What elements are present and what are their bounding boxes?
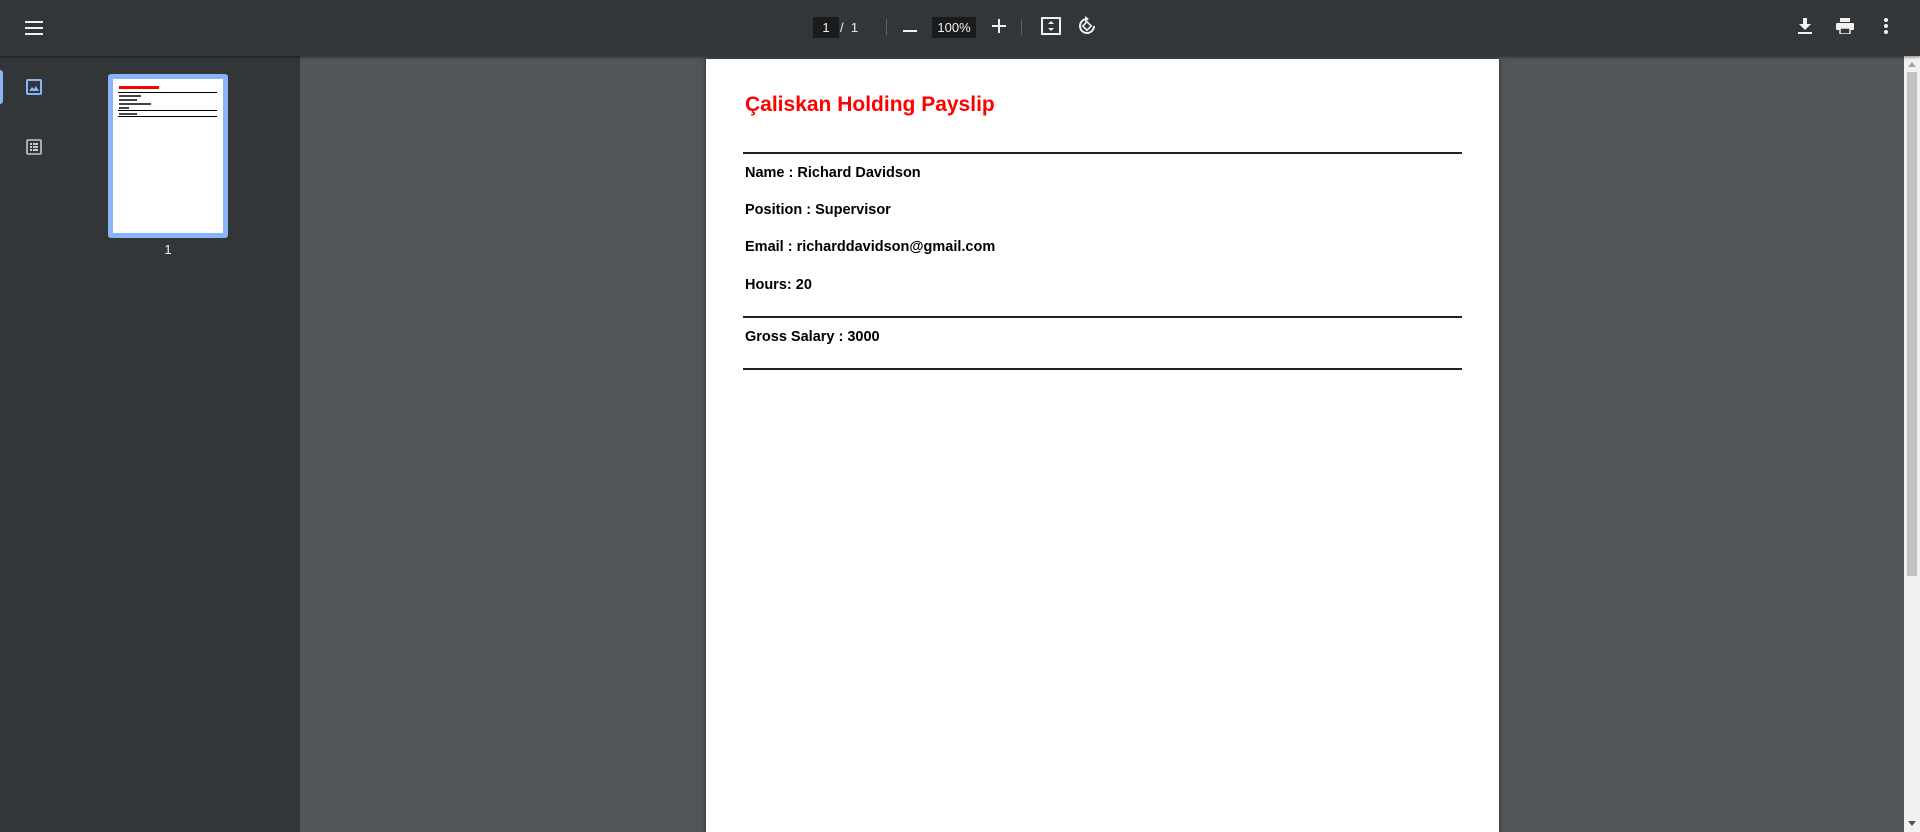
thumbnail-title-line: [119, 86, 159, 89]
thumbnail-text: [119, 99, 137, 101]
employee-hours: Hours: 20: [745, 277, 812, 293]
fit-to-page-button[interactable]: [1033, 10, 1069, 46]
thumbnail-rule: [118, 92, 217, 93]
minus-icon: [903, 19, 917, 37]
toolbar-divider: [886, 19, 887, 35]
zoom-in-button[interactable]: [981, 10, 1017, 46]
page-count: / 1: [840, 17, 880, 38]
document-viewer[interactable]: Çaliskan Holding Payslip Name : Richard …: [300, 56, 1904, 832]
horizontal-rule: [743, 152, 1462, 154]
horizontal-rule: [743, 368, 1462, 370]
image-thumbnail-icon[interactable]: [20, 73, 48, 101]
scrollbar-thumb[interactable]: [1907, 72, 1917, 576]
page-thumbnail[interactable]: [108, 74, 228, 238]
vertical-scrollbar[interactable]: [1904, 56, 1920, 832]
document-outline-icon[interactable]: [20, 133, 48, 161]
employee-email: Email : richarddavidson@gmail.com: [745, 239, 996, 255]
thumbnail-sidebar: 1: [0, 56, 300, 832]
pdf-toolbar: 1 / 1 100%: [0, 0, 1920, 56]
fit-to-page-icon: [1041, 16, 1061, 40]
thumbnail-text: [119, 107, 129, 109]
download-button[interactable]: [1787, 10, 1823, 46]
total-pages: 1: [850, 20, 859, 35]
horizontal-rule: [743, 316, 1462, 318]
payslip-title: Çaliskan Holding Payslip: [745, 93, 995, 116]
print-button[interactable]: [1827, 10, 1863, 46]
more-vert-icon: [1884, 17, 1888, 39]
thumbnail-preview: [113, 79, 223, 233]
thumbnail-text: [119, 113, 137, 115]
rotate-button[interactable]: [1069, 10, 1105, 46]
hamburger-menu-icon[interactable]: [16, 10, 52, 46]
gross-salary: Gross Salary : 3000: [745, 329, 880, 345]
print-icon: [1836, 17, 1854, 39]
thumbnail-page-number: 1: [164, 242, 172, 257]
download-icon: [1798, 17, 1812, 39]
toolbar-divider: [1021, 19, 1022, 35]
more-options-button[interactable]: [1868, 10, 1904, 46]
thumbnail-text: [119, 103, 151, 105]
rotate-icon: [1077, 15, 1097, 41]
zoom-level-input[interactable]: 100%: [932, 17, 976, 38]
page-number-input[interactable]: 1: [813, 17, 839, 38]
scroll-up-arrow-icon[interactable]: [1904, 57, 1920, 71]
pdf-page: Çaliskan Holding Payslip Name : Richard …: [706, 59, 1499, 832]
thumbnail-rule: [118, 116, 217, 117]
page-separator: /: [840, 20, 844, 35]
scroll-down-arrow-icon[interactable]: [1904, 816, 1920, 830]
thumbnail-rule: [118, 110, 217, 111]
active-indicator: [0, 70, 3, 104]
plus-icon: [992, 18, 1006, 38]
thumbnail-text: [119, 95, 141, 97]
employee-name: Name : Richard Davidson: [745, 165, 921, 181]
zoom-out-button[interactable]: [892, 10, 928, 46]
employee-position: Position : Supervisor: [745, 202, 891, 218]
